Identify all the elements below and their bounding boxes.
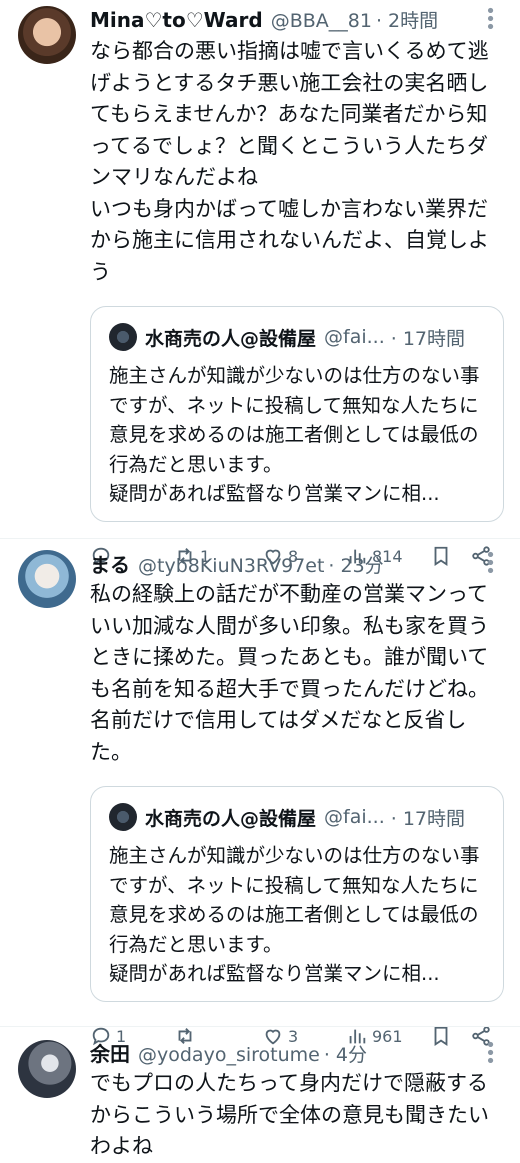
quoted-display-name: 水商売の人@設備屋 — [145, 807, 317, 830]
tweet-header: まる @tyb8KiuN3RV97et · 23分 — [90, 549, 504, 579]
user-handle[interactable]: @tyb8KiuN3RV97et — [138, 555, 324, 577]
user-handle[interactable]: @yodayo_sirotume — [138, 1044, 320, 1066]
tweet: まる @tyb8KiuN3RV97et · 23分 私の経験上の話だが不動産の営… — [0, 0, 520, 1046]
tweet: 余田 @yodayo_sirotume · 4分 でもプロの人たちって身内だけで… — [0, 1038, 520, 1163]
quoted-tweet[interactable]: 水商売の人@設備屋 @fai... · 17時間 施主さんが知識が少ないのは仕方… — [90, 786, 504, 1002]
display-name[interactable]: まる — [90, 549, 130, 578]
tweet-text: 私の経験上の話だが不動産の営業マンっていい加減な人間が多い印象。私も家を買うとき… — [90, 582, 489, 764]
avatar[interactable] — [18, 550, 76, 608]
quoted-text: 施主さんが知識が少ないのは仕方のない事ですが、ネットに投稿して無知な人たちに意見… — [109, 844, 480, 985]
display-name[interactable]: 余田 — [90, 1038, 130, 1067]
tweet-divider — [0, 1026, 520, 1027]
timestamp[interactable]: · 4分 — [324, 1040, 367, 1067]
timestamp[interactable]: · 23分 — [328, 551, 383, 578]
quoted-tweet-header: 水商売の人@設備屋 @fai... · 17時間 — [109, 801, 487, 833]
quoted-timestamp: · 17時間 — [390, 807, 466, 830]
tweet-text: でもプロの人たちって身内だけで隠蔽するからこういう場所で全体の意見も聞きたいわよ… — [90, 1071, 489, 1158]
quoted-avatar — [109, 803, 137, 831]
tweet-header: 余田 @yodayo_sirotume · 4分 — [90, 1038, 504, 1068]
quoted-handle: @fai... — [324, 806, 385, 828]
